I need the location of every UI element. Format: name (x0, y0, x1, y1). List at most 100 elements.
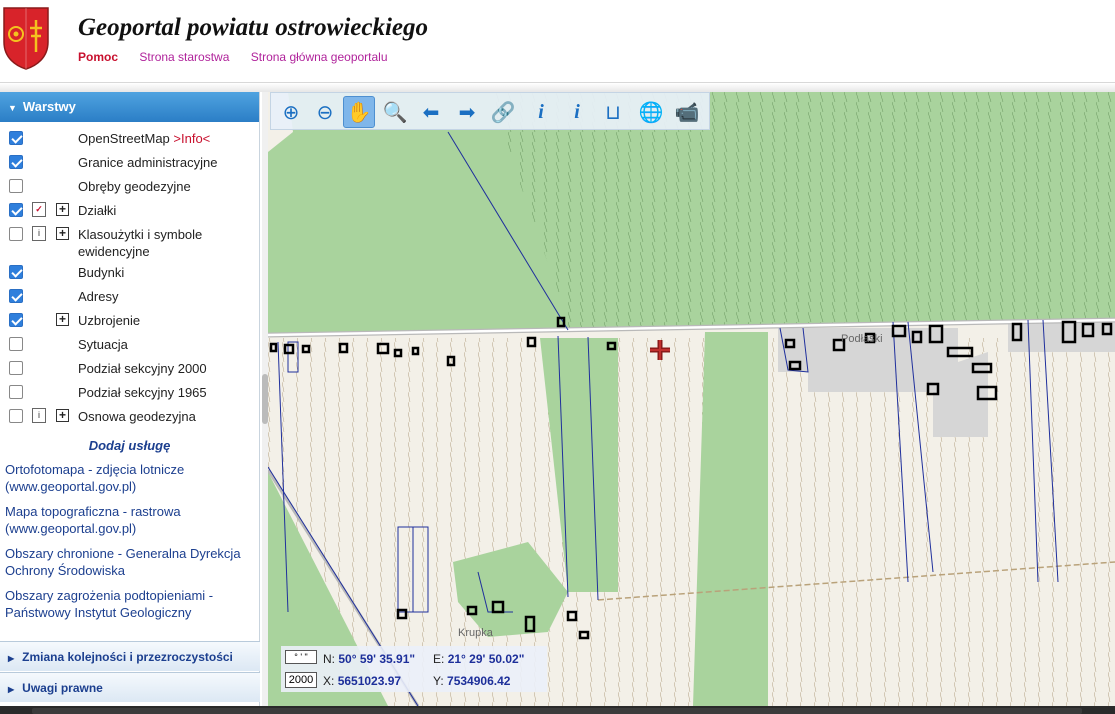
pan-hand-icon[interactable]: ✋ (343, 96, 375, 128)
globe-icon[interactable]: 🌐 (635, 96, 667, 128)
layer-checkbox[interactable] (9, 179, 23, 193)
x-label: X: (323, 674, 335, 688)
layers-panel-title: Warstwy (22, 99, 76, 114)
coordinates-panel: ° ' " 2000 N: 50° 59' 35.91" E: 21° 29' … (281, 646, 547, 692)
layer-item-adresy: Adresy (0, 284, 259, 308)
info-legend-icon[interactable]: i (32, 226, 46, 241)
layer-checkbox[interactable] (9, 409, 23, 423)
layer-label: Podział sekcyjny 1965 (78, 385, 207, 400)
expand-triangle-icon: ▶ (8, 654, 15, 663)
layer-label: Sytuacja (78, 337, 128, 352)
layer-checkbox[interactable] (9, 289, 23, 303)
map-toolbar: ⊕ ⊖ ✋ 🔍 ⬅ ➡ 🔗 i i ⊔ 🌐 📹 (270, 92, 710, 130)
layers-sidebar: ▼ Warstwy OpenStreetMap >Info< Granice ad… (0, 92, 260, 714)
edit-legend-icon[interactable]: ✓ (32, 202, 46, 217)
page-header: Geoportal powiatu ostrowieckiego Pomoc S… (0, 0, 1115, 82)
forest-patch (693, 332, 768, 706)
map-view[interactable]: Podłaski Krupka (268, 92, 1115, 706)
service-link-mapa-topo[interactable]: Mapa topograficzna - rastrowa (www.geopo… (0, 503, 259, 537)
help-link[interactable]: Pomoc (78, 50, 118, 64)
layer-checkbox[interactable] (9, 313, 23, 327)
order-panel-title: Zmiana kolejności i przezroczystości (22, 650, 233, 664)
x-value: 5651023.97 (337, 674, 402, 688)
layer-label: Granice administracyjne (78, 155, 218, 170)
layer-label: Działki (78, 203, 117, 218)
legal-panel-title: Uwagi prawne (22, 681, 103, 695)
expand-triangle-icon: ▶ (8, 685, 15, 694)
layer-label: Klasoużytki i symbole ewidencyjne (78, 227, 203, 259)
layer-checkbox[interactable] (9, 131, 23, 145)
back-arrow-icon[interactable]: ⬅ (415, 96, 447, 128)
order-transparency-panel-header[interactable]: ▶ Zmiana kolejności i przezroczystości (0, 641, 260, 671)
layer-item-budynki: Budynki (0, 260, 259, 284)
layer-label: Obręby geodezyjne (78, 179, 191, 194)
expand-plus-icon[interactable]: + (56, 313, 69, 326)
layers-panel-header[interactable]: ▼ Warstwy (0, 92, 259, 122)
bottom-dock (0, 706, 1115, 714)
layer-item-dzialki: ✓ + Działki (0, 198, 259, 222)
info-icon[interactable]: i (525, 96, 557, 128)
layer-checkbox[interactable] (9, 361, 23, 375)
layer-item-osnowa: i + Osnowa geodezyjna (0, 404, 259, 428)
layer-checkbox[interactable] (9, 265, 23, 279)
place-label-podlaski: Podłaski (841, 333, 883, 345)
service-link-ortofotomapa[interactable]: Ortofotomapa - zdjęcia lotnicze (www.geo… (0, 461, 259, 495)
layer-item-sytuacja: Sytuacja (0, 332, 259, 356)
camera-icon[interactable]: 📹 (671, 96, 703, 128)
coordinate-format-toggle[interactable]: ° ' " (285, 650, 317, 664)
osm-info-link[interactable]: >Info< (173, 131, 210, 146)
header-nav: Pomoc Strona starostwa Strona główna geo… (78, 50, 406, 64)
n-value: 50° 59' 35.91" (338, 652, 416, 666)
expand-plus-icon[interactable]: + (56, 409, 69, 422)
layer-label: Adresy (78, 289, 119, 304)
layer-item-podzial-1965: Podział sekcyjny 1965 (0, 380, 259, 404)
layer-item-podzial-2000: Podział sekcyjny 2000 (0, 356, 259, 380)
layer-label: Budynki (78, 265, 125, 280)
zoom-out-icon[interactable]: ⊖ (309, 96, 341, 128)
layer-item-openstreetmap: OpenStreetMap >Info< (0, 126, 259, 150)
add-service-heading: Dodaj usługę (88, 438, 171, 453)
layer-checkbox[interactable] (9, 385, 23, 399)
place-label-krupka: Krupka (458, 627, 494, 639)
layer-item-uzbrojenie: + Uzbrojenie (0, 308, 259, 332)
layer-checkbox[interactable] (9, 337, 23, 351)
layer-item-klasouzytki: i + Klasoużytki i symbole ewidencyjne (0, 222, 259, 260)
layer-label: Osnowa geodezyjna (78, 409, 196, 424)
county-crest-logo (3, 7, 49, 70)
expand-plus-icon[interactable]: + (56, 203, 69, 216)
layer-label: Uzbrojenie (78, 313, 141, 328)
zoom-in-icon[interactable]: ⊕ (275, 96, 307, 128)
layer-checkbox[interactable] (9, 155, 23, 169)
expand-plus-icon[interactable]: + (56, 227, 69, 240)
layer-item-obreby: Obręby geodezyjne (0, 174, 259, 198)
zoom-box-icon[interactable]: 🔍 (379, 96, 411, 128)
map-canvas[interactable]: Podłaski Krupka (268, 92, 1115, 706)
dock-strip (32, 708, 1082, 714)
service-link-obszary-chronione[interactable]: Obszary chronione - Generalna Dyrekcja O… (0, 545, 259, 579)
site-title: Geoportal powiatu ostrowieckiego (78, 14, 428, 41)
e-value: 21° 29' 50.02" (447, 652, 525, 666)
layer-item-granice: Granice administracyjne (0, 150, 259, 174)
measure-icon[interactable]: ⊔ (597, 96, 629, 128)
layer-checkbox[interactable] (9, 203, 23, 217)
collapse-triangle-icon: ▼ (8, 103, 17, 113)
header-separator (0, 82, 1115, 92)
n-label: N: (323, 652, 335, 666)
info-legend-icon[interactable]: i (32, 408, 46, 423)
coordinate-system-toggle[interactable]: 2000 (285, 672, 317, 688)
layer-checkbox[interactable] (9, 227, 23, 241)
district-site-link[interactable]: Strona starostwa (139, 50, 229, 64)
geoportal-home-link[interactable]: Strona główna geoportalu (251, 50, 388, 64)
e-label: E: (433, 652, 445, 666)
forward-arrow-icon[interactable]: ➡ (451, 96, 483, 128)
layer-label: Podział sekcyjny 2000 (78, 361, 207, 376)
y-value: 7534906.42 (447, 674, 511, 688)
y-label: Y: (433, 674, 444, 688)
residential-area (1008, 322, 1115, 352)
info-query-icon[interactable]: i (561, 96, 593, 128)
layer-list: OpenStreetMap >Info< Granice administrac… (0, 122, 259, 428)
service-link-podtopienia[interactable]: Obszary zagrożenia podtopieniami - Państ… (0, 587, 259, 621)
link-icon[interactable]: 🔗 (487, 96, 519, 128)
legal-notes-panel-header[interactable]: ▶ Uwagi prawne (0, 672, 260, 702)
layer-label: OpenStreetMap (78, 131, 170, 146)
